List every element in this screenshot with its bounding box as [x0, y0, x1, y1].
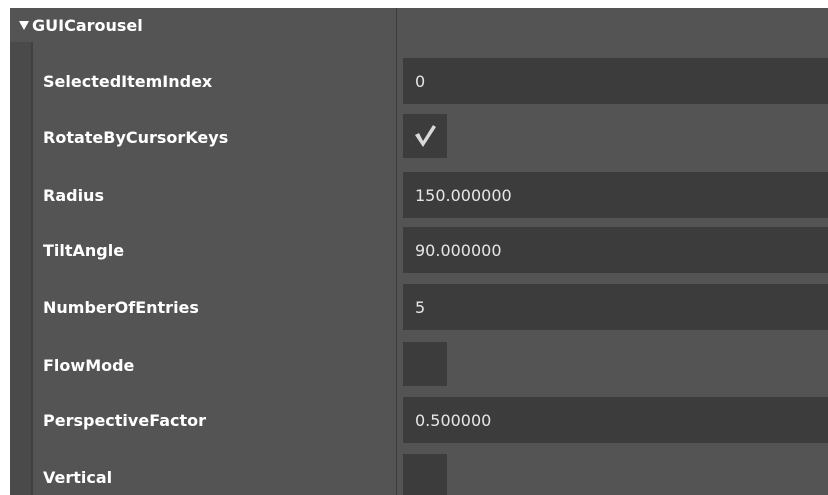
- expand-triangle-icon[interactable]: [19, 21, 29, 30]
- property-label: SelectedItemIndex: [43, 71, 213, 91]
- property-label: Vertical: [43, 467, 113, 487]
- property-row-tiltangle: TiltAngle 90.000000: [33, 227, 828, 273]
- checkmark-icon: [415, 125, 436, 147]
- group-title: GUICarousel: [32, 15, 143, 35]
- tiltangle-field[interactable]: 90.000000: [403, 227, 828, 273]
- property-label: FlowMode: [43, 355, 135, 375]
- property-label: PerspectiveFactor: [43, 410, 206, 430]
- rotatebycursorkeys-checkbox[interactable]: [403, 114, 447, 158]
- property-row-flowmode: FlowMode: [33, 342, 828, 388]
- property-row-rotatebycursorkeys: RotateByCursorKeys: [33, 114, 828, 160]
- numberofentries-field[interactable]: 5: [403, 284, 828, 330]
- property-row-selecteditemindex: SelectedItemIndex 0: [33, 58, 828, 104]
- selecteditemindex-field[interactable]: 0: [403, 58, 828, 104]
- property-inspector-panel: GUICarousel SelectedItemIndex 0 RotateBy…: [10, 8, 828, 495]
- property-row-vertical: Vertical: [33, 454, 828, 495]
- flowmode-checkbox[interactable]: [403, 342, 447, 386]
- perspectivefactor-field[interactable]: 0.500000: [403, 397, 828, 443]
- indent-gutter: [10, 42, 31, 495]
- property-row-perspectivefactor: PerspectiveFactor 0.500000: [33, 397, 828, 443]
- radius-field[interactable]: 150.000000: [403, 172, 828, 218]
- property-label: Radius: [43, 185, 104, 205]
- property-label: TiltAngle: [43, 240, 125, 260]
- property-label: NumberOfEntries: [43, 297, 199, 317]
- property-label: RotateByCursorKeys: [43, 127, 229, 147]
- vertical-checkbox[interactable]: [403, 454, 447, 495]
- group-header-guicarousel[interactable]: GUICarousel: [10, 8, 396, 42]
- property-row-numberofentries: NumberOfEntries 5: [33, 284, 828, 330]
- property-row-radius: Radius 150.000000: [33, 172, 828, 218]
